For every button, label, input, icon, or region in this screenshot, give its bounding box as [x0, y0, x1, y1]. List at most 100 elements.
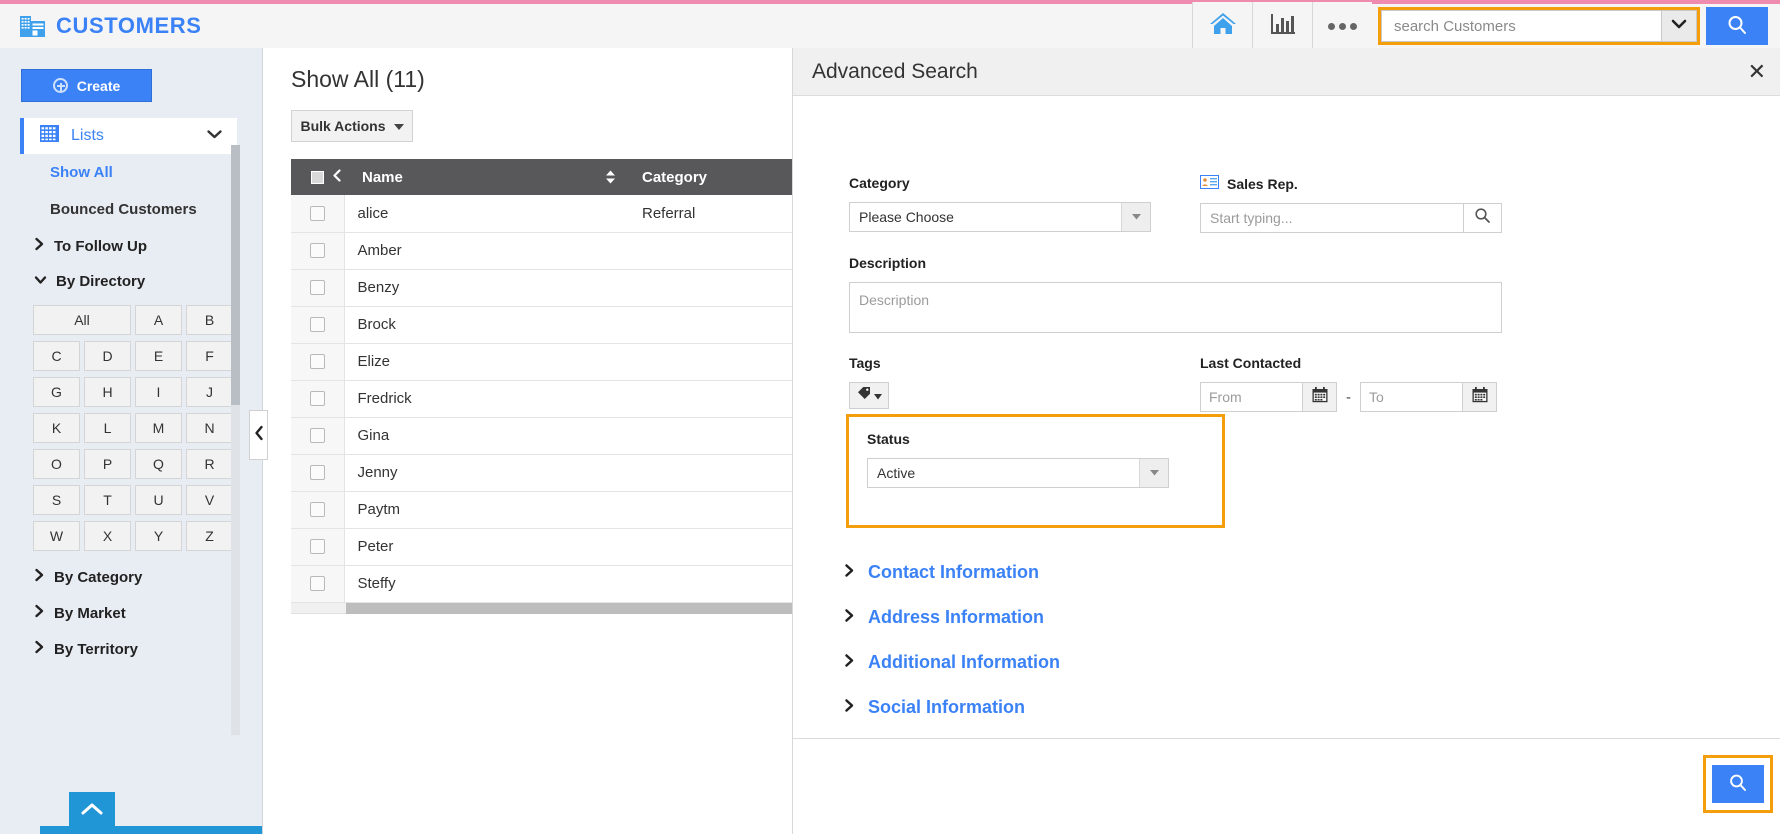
- directory-letter-v[interactable]: V: [186, 485, 233, 515]
- directory-letter-n[interactable]: N: [186, 413, 233, 443]
- row-checkbox[interactable]: [309, 502, 325, 517]
- sidebar-group-by-directory[interactable]: By Directory: [0, 264, 262, 299]
- advanced-search-submit-button[interactable]: [1712, 765, 1764, 803]
- sidebar-group-by-market[interactable]: By Market: [0, 595, 262, 631]
- row-checkbox[interactable]: [309, 576, 325, 591]
- sidebar-item-bounced-customers[interactable]: Bounced Customers: [0, 191, 262, 228]
- directory-letter-m[interactable]: M: [135, 413, 182, 443]
- directory-letter-i[interactable]: I: [135, 377, 182, 407]
- row-checkbox[interactable]: [309, 465, 325, 480]
- search-input[interactable]: [1381, 10, 1661, 42]
- directory-letter-q[interactable]: Q: [135, 449, 182, 479]
- directory-letter-p[interactable]: P: [84, 449, 131, 479]
- row-select-cell[interactable]: [291, 232, 345, 270]
- select-all-checkbox[interactable]: [311, 170, 324, 184]
- row-select-cell[interactable]: [291, 417, 345, 455]
- directory-letter-h[interactable]: H: [84, 377, 131, 407]
- sort-updown-icon[interactable]: [605, 170, 616, 185]
- directory-letter-j[interactable]: J: [186, 377, 233, 407]
- search-submit-button[interactable]: [1706, 7, 1768, 45]
- directory-letter-l[interactable]: L: [84, 413, 131, 443]
- category-select[interactable]: Please Choose: [849, 202, 1151, 232]
- row-select-cell[interactable]: [291, 491, 345, 529]
- reports-button[interactable]: [1252, 2, 1312, 50]
- table-row[interactable]: Amber: [291, 232, 792, 270]
- section-additional-information[interactable]: Additional Information: [844, 640, 1060, 685]
- row-checkbox[interactable]: [309, 354, 325, 369]
- table-row[interactable]: Jenny: [291, 454, 792, 492]
- sidebar-group-by-territory[interactable]: By Territory: [0, 631, 262, 667]
- column-header-select[interactable]: [291, 159, 344, 195]
- home-button[interactable]: [1192, 2, 1252, 50]
- directory-letter-y[interactable]: Y: [135, 521, 182, 551]
- more-options-button[interactable]: [1312, 2, 1372, 50]
- directory-letter-z[interactable]: Z: [186, 521, 233, 551]
- panel-collapse-tab[interactable]: [249, 410, 268, 460]
- row-select-cell[interactable]: [291, 306, 345, 344]
- table-row[interactable]: Paytm: [291, 491, 792, 529]
- section-social-information[interactable]: Social Information: [844, 685, 1060, 730]
- row-checkbox[interactable]: [309, 391, 325, 406]
- sidebar-scrollbar-thumb[interactable]: [231, 145, 240, 405]
- date-to-calendar-button[interactable]: [1462, 382, 1497, 412]
- directory-letter-o[interactable]: O: [33, 449, 80, 479]
- table-row[interactable]: alice Referral: [291, 195, 792, 233]
- directory-letter-b[interactable]: B: [186, 305, 233, 335]
- create-button[interactable]: Create: [21, 69, 152, 102]
- date-to-input[interactable]: [1360, 382, 1462, 412]
- description-textarea[interactable]: [849, 282, 1502, 333]
- bulk-actions-button[interactable]: Bulk Actions: [291, 110, 413, 142]
- table-row[interactable]: Fredrick: [291, 380, 792, 418]
- directory-letter-e[interactable]: E: [135, 341, 182, 371]
- column-header-name[interactable]: Name: [344, 159, 630, 195]
- table-row[interactable]: Benzy: [291, 269, 792, 307]
- directory-letter-all[interactable]: All: [33, 305, 131, 335]
- row-select-cell[interactable]: [291, 454, 345, 492]
- directory-letter-x[interactable]: X: [84, 521, 131, 551]
- close-icon[interactable]: ✕: [1748, 60, 1766, 83]
- chevron-left-icon[interactable]: [332, 169, 342, 185]
- status-select[interactable]: Active: [867, 458, 1169, 488]
- sidebar-group-to-follow-up[interactable]: To Follow Up: [0, 228, 262, 264]
- column-header-category[interactable]: Category: [630, 159, 792, 195]
- row-select-cell[interactable]: [291, 343, 345, 381]
- row-select-cell[interactable]: [291, 195, 345, 233]
- search-scope-dropdown[interactable]: [1661, 10, 1697, 42]
- section-address-information[interactable]: Address Information: [844, 595, 1060, 640]
- date-from-input[interactable]: [1200, 382, 1302, 412]
- table-row[interactable]: Peter: [291, 528, 792, 566]
- directory-letter-u[interactable]: U: [135, 485, 182, 515]
- sidebar-scrollbar[interactable]: [231, 145, 240, 735]
- directory-letter-s[interactable]: S: [33, 485, 80, 515]
- directory-letter-d[interactable]: D: [84, 341, 131, 371]
- table-row[interactable]: Gina: [291, 417, 792, 455]
- table-row[interactable]: Brock: [291, 306, 792, 344]
- row-checkbox[interactable]: [309, 317, 325, 332]
- row-select-cell[interactable]: [291, 565, 345, 603]
- row-select-cell[interactable]: [291, 380, 345, 418]
- row-checkbox[interactable]: [309, 428, 325, 443]
- table-scrollbar-thumb[interactable]: [346, 602, 792, 614]
- directory-letter-g[interactable]: G: [33, 377, 80, 407]
- directory-letter-r[interactable]: R: [186, 449, 233, 479]
- section-contact-information[interactable]: Contact Information: [844, 550, 1060, 595]
- directory-letter-k[interactable]: K: [33, 413, 80, 443]
- table-row[interactable]: Steffy: [291, 565, 792, 603]
- sidebar-item-show-all[interactable]: Show All: [0, 154, 262, 191]
- row-checkbox[interactable]: [309, 539, 325, 554]
- row-checkbox[interactable]: [309, 243, 325, 258]
- directory-letter-f[interactable]: F: [186, 341, 233, 371]
- row-checkbox[interactable]: [309, 205, 325, 221]
- sidebar-item-lists[interactable]: Lists: [20, 118, 237, 154]
- table-horizontal-scrollbar[interactable]: [291, 602, 792, 614]
- sales-rep-lookup-button[interactable]: [1463, 203, 1502, 233]
- row-select-cell[interactable]: [291, 528, 345, 566]
- table-row[interactable]: Elize: [291, 343, 792, 381]
- row-select-cell[interactable]: [291, 269, 345, 307]
- date-from-calendar-button[interactable]: [1302, 382, 1337, 412]
- sales-rep-input[interactable]: [1200, 203, 1463, 233]
- directory-letter-c[interactable]: C: [33, 341, 80, 371]
- row-checkbox[interactable]: [309, 280, 325, 295]
- directory-letter-w[interactable]: W: [33, 521, 80, 551]
- tags-dropdown-button[interactable]: [849, 382, 889, 409]
